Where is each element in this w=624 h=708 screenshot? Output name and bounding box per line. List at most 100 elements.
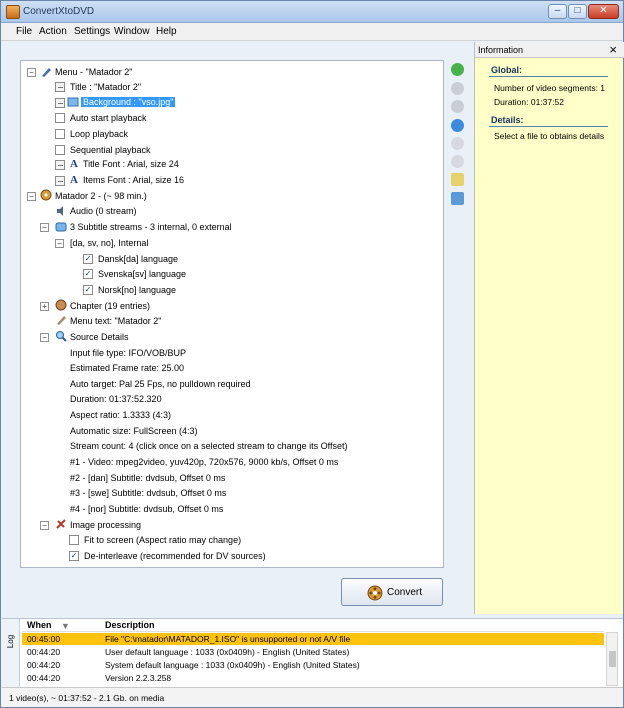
menu-help[interactable]: Help [156,26,177,37]
stream-4[interactable]: #4 - [nor] Subtitle: dvdsub, Offset 0 ms [70,502,223,516]
collapse-title-root[interactable]: − [27,192,36,201]
stream-2[interactable]: #2 - [dan] Subtitle: dvdsub, Offset 0 ms [70,471,225,485]
font-icon: A [70,174,78,186]
input-type: Input file type: IFO/VOB/BUP [70,348,187,358]
tree-menu-background[interactable]: Background : "vso.jpg" [81,97,176,107]
status-bar: 1 video(s), ~ 01:37:52 - 2.1 Gb. on medi… [2,687,623,707]
title-bar[interactable]: ConvertXtoDVD – □ ✕ [1,1,623,23]
title-font-button[interactable] [55,160,65,170]
log-tab-label: Log [6,634,16,649]
collapse-subtitle-group[interactable]: − [55,239,64,248]
log-row[interactable]: 00:44:20 Version 2.2.3.258 [22,672,604,684]
aspect-ratio: Aspect ratio: 1.3333 (4:3) [70,410,172,420]
swedish-label: Svenska[sv] language [98,269,187,279]
danish-checkbox[interactable]: ✓ [83,254,93,264]
norwegian-label: Norsk[no] language [98,285,177,295]
sort-icon[interactable] [451,173,464,186]
tree-subtitle-streams[interactable]: 3 Subtitle streams - 3 internal, 0 exter… [70,220,232,234]
tree-audio[interactable]: Audio (0 stream) [70,204,137,218]
tree-menu-root[interactable]: Menu - "Matador 2" [55,65,132,79]
log-row[interactable]: 00:44:20 System default language : 1033 (… [22,659,604,671]
loop-label: Loop playback [70,129,129,139]
maximize-button[interactable]: □ [568,4,587,19]
log-description: File "C:\matador\MATADOR_1.ISO" is unsup… [105,634,351,644]
disabled-users-icon [451,82,464,95]
stream-count: Stream count: 4 (click once on a selecte… [70,441,348,451]
log-header: When ▼ Description [22,619,604,632]
log-row[interactable]: 00:44:20 User default language : 1033 (0x… [22,646,604,658]
fit-screen-label: Fit to screen (Aspect ratio may change) [84,535,242,545]
log-scrollbar[interactable] [606,632,618,686]
tree-subtitle-group[interactable]: [da, sv, no], Internal [70,236,148,250]
information-header: Information × [475,42,624,58]
tree-chapter[interactable]: Chapter (19 entries) [70,299,150,313]
norwegian-checkbox[interactable]: ✓ [83,285,93,295]
magnifier-icon [56,331,67,342]
scrollbar-thumb[interactable] [609,651,616,667]
when-column[interactable]: When [27,620,52,630]
title-edit-button[interactable] [55,82,65,92]
swedish-checkbox[interactable]: ✓ [83,269,93,279]
tree-toolbar [448,60,468,205]
deinterleave-checkbox[interactable]: ✓ [69,551,79,561]
stream-3[interactable]: #3 - [swe] Subtitle: dvdsub, Offset 0 ms [70,486,226,500]
window-title: ConvertXtoDVD [23,6,95,17]
move-down-icon [451,155,464,168]
close-button[interactable]: ✕ [588,4,619,19]
stream-1[interactable]: #1 - Video: mpeg2video, yuv420p, 720x576… [70,455,338,469]
log-time: 00:45:00 [27,634,61,644]
menu-action[interactable]: Action [39,26,67,37]
tree-title-root[interactable]: Matador 2 - (~ 98 min.) [55,189,147,203]
sequential-label: Sequential playback [70,145,151,155]
tree-image-processing[interactable]: Image processing [70,518,141,532]
background-edit-button[interactable] [55,98,65,108]
information-panel: Information × Global: Number of video se… [474,42,624,614]
tree-menu-text[interactable]: Menu text: "Matador 2" [70,314,161,328]
tree-menu-title[interactable]: Title : "Matador 2" [70,80,141,94]
collapse-menu-root[interactable]: − [27,68,36,77]
menu-bar: File Action Settings Window Help [1,23,623,41]
menu-settings[interactable]: Settings [74,26,110,37]
menu-file[interactable]: File [16,26,32,37]
info-close-icon[interactable]: × [609,42,617,57]
deinterleave-label: De-interleave (recommended for DV source… [84,551,266,561]
monitor-icon[interactable] [451,192,464,205]
sequential-checkbox[interactable] [55,145,65,155]
tree-source-details[interactable]: Source Details [70,330,129,344]
info-icon[interactable] [451,119,464,132]
collapse-subtitles[interactable]: − [40,223,49,232]
convert-button[interactable]: Convert [341,578,443,606]
collapse-image-processing[interactable]: − [40,521,49,530]
auto-target: Auto target: Pal 25 Fps, no pulldown req… [70,379,251,389]
menu-text-icon [57,316,66,325]
details-heading: Details: [491,115,524,125]
duration-detail: Duration: 01:37:52.320 [70,394,162,404]
move-up-icon [451,137,464,150]
film-reel-icon [40,189,52,201]
log-tab[interactable]: Log [2,619,20,688]
minimize-button[interactable]: – [548,4,567,19]
loop-checkbox[interactable] [55,129,65,139]
log-description: System default language : 1033 (0x0409h)… [105,660,360,670]
film-reel-icon [367,585,383,601]
log-time: 00:44:20 [27,673,61,683]
menu-window[interactable]: Window [114,26,150,37]
items-font-label[interactable]: Items Font : Arial, size 16 [83,173,184,187]
global-divider [489,76,608,77]
tools-icon [56,519,66,529]
description-column[interactable]: Description [105,620,155,630]
items-font-button[interactable] [55,176,65,186]
title-font-label[interactable]: Title Font : Arial, size 24 [83,157,179,171]
fit-screen-checkbox[interactable] [69,535,79,545]
chapter-icon [55,299,67,311]
global-heading: Global: [491,65,522,75]
log-description: User default language : 1033 (0x0409h) -… [105,647,350,657]
collapse-source-details[interactable]: − [40,333,49,342]
add-icon[interactable] [451,63,464,76]
expand-chapter[interactable]: + [40,302,49,311]
auto-start-checkbox[interactable] [55,113,65,123]
log-row[interactable]: 00:45:00 File "C:\matador\MATADOR_1.ISO" … [22,633,604,645]
status-text: 1 video(s), ~ 01:37:52 - 2.1 Gb. on medi… [9,693,165,703]
project-tree[interactable]: − Menu - "Matador 2" Title : "Matador 2"… [20,60,444,568]
subtitle-icon [55,222,67,232]
